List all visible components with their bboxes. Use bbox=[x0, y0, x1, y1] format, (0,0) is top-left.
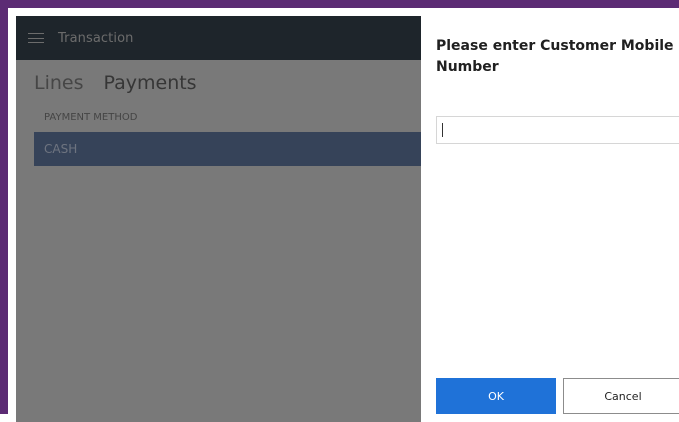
modal-overlay bbox=[16, 16, 421, 422]
mobile-number-input[interactable] bbox=[436, 116, 679, 144]
dialog-title: Please enter Customer Mobile Number bbox=[436, 38, 674, 75]
cancel-button[interactable]: Cancel bbox=[563, 378, 679, 414]
text-cursor bbox=[442, 123, 443, 137]
customer-mobile-dialog: Please enter Customer Mobile Number OK C… bbox=[421, 16, 679, 422]
app-window: Transaction Lines Payments PAYMENT METHO… bbox=[0, 0, 679, 422]
ok-button[interactable]: OK bbox=[436, 378, 556, 414]
